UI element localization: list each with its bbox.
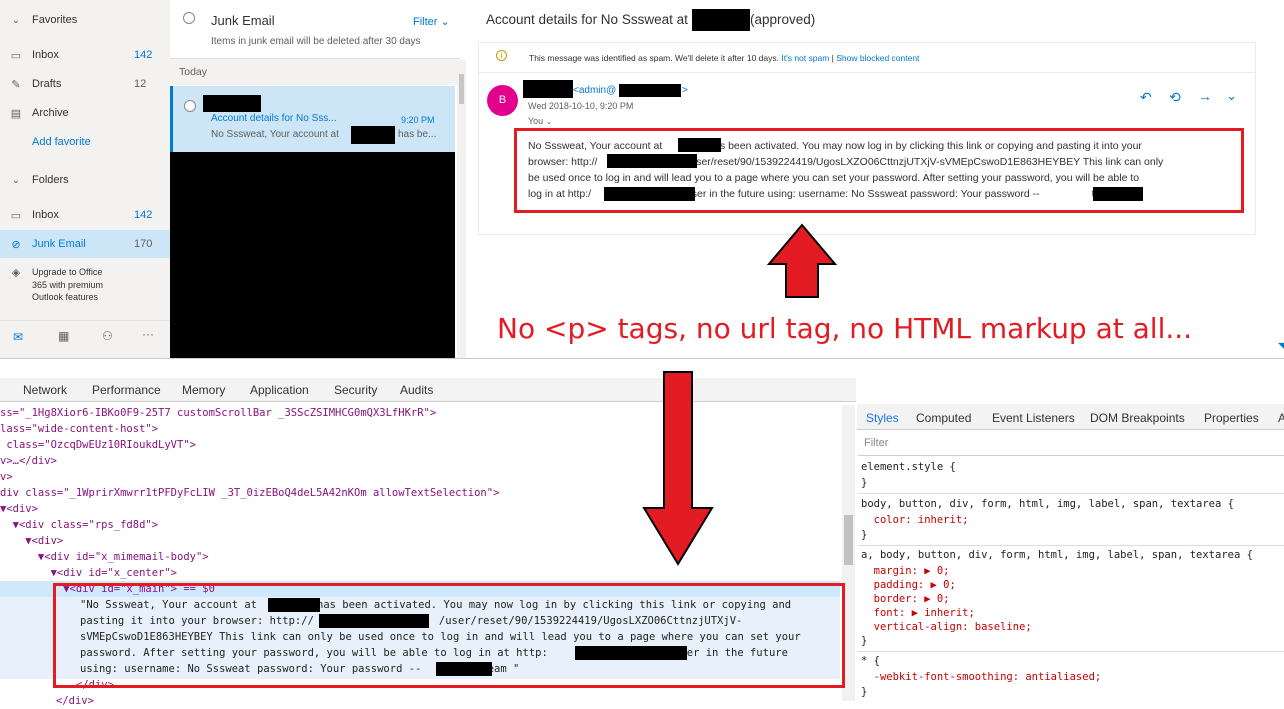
dom-node[interactable]: ▼<div id="x_center"> <box>0 565 177 581</box>
archive-icon: ▤ <box>10 107 22 120</box>
item-checkbox[interactable] <box>184 100 196 112</box>
group-header: Today <box>170 59 460 85</box>
message-list-item[interactable]: Account details for No Sss... 9:20 PM No… <box>170 86 455 152</box>
dom-node[interactable]: ▼<div class="rps_fd8d"> <box>0 517 158 533</box>
sent-date: Wed 2018-10-10, 9:20 PM <box>528 101 634 111</box>
dom-node[interactable]: lass="wide-content-host"> <box>0 421 158 437</box>
spam-notice-bar: i This message was identified as spam. W… <box>479 43 1255 73</box>
reply-icon[interactable]: ↶ <box>1140 89 1152 106</box>
tab-application[interactable]: Application <box>250 383 309 397</box>
tab-styles[interactable]: Styles <box>866 411 899 425</box>
redacted-sender-name <box>523 80 573 98</box>
chevron-down-icon: ⌄ <box>545 117 553 126</box>
sidebar-item-drafts[interactable]: ✎ Drafts 12 <box>0 70 170 98</box>
devtools-tab-bar: Network Performance Memory Application S… <box>0 378 856 402</box>
people-icon[interactable]: ⚇ <box>102 329 113 343</box>
mail-icon[interactable]: ✉ <box>13 330 23 344</box>
recipient[interactable]: You ⌄ <box>528 116 552 126</box>
styles-rules: element.style { } body, button, div, for… <box>858 457 1284 699</box>
tab-performance[interactable]: Performance <box>92 383 161 397</box>
sidebar-item-junk-email[interactable]: ⊘ Junk Email 170 <box>0 230 170 258</box>
tab-audits[interactable]: Audits <box>400 383 433 397</box>
item-time: 9:20 PM <box>401 115 435 125</box>
feedback-icon[interactable]: ◥ <box>1278 340 1284 353</box>
select-all-checkbox[interactable] <box>183 12 195 24</box>
diamond-icon: ◈ <box>11 267 21 279</box>
dom-node[interactable]: </div> <box>56 693 94 709</box>
tab-memory[interactable]: Memory <box>182 383 225 397</box>
folders-header[interactable]: ⌄ Folders <box>0 167 170 193</box>
redacted-message-list <box>170 152 455 358</box>
chevron-down-icon: ⌄ <box>11 14 21 26</box>
favorites-header[interactable]: ⌄ Favorites <box>0 7 170 33</box>
annotation-text: No <p> tags, no url tag, no HTML markup … <box>497 312 1193 345</box>
tab-computed[interactable]: Computed <box>916 411 971 425</box>
unread-count: 142 <box>134 209 153 221</box>
email-subject: Account details for No Sssweat at <box>486 12 688 27</box>
upgrade-promo[interactable]: ◈ Upgrade to Office 365 with premium Out… <box>0 266 170 308</box>
message-list: Junk Email Filter ⌄ Items in junk email … <box>170 0 470 358</box>
more-icon[interactable]: ··· <box>142 327 154 341</box>
dom-node[interactable]: v> <box>0 469 13 485</box>
more-actions-chevron-icon[interactable]: ⌄ <box>1226 88 1237 104</box>
dom-node[interactable]: ▼<div id="x_mimemail-body"> <box>0 549 209 565</box>
message-list-scrollbar[interactable] <box>457 60 466 358</box>
dom-node[interactable]: ss="_1Hg8Xior6-IBKo0F9-25T7 customScroll… <box>0 405 436 421</box>
redacted-domain <box>619 84 681 97</box>
up-arrow-annotation <box>766 223 838 298</box>
tab-properties[interactable]: Properties <box>1204 411 1259 425</box>
tab-network[interactable]: Network <box>23 383 67 397</box>
styles-tab-bar: Styles Computed Event Listeners DOM Brea… <box>857 404 1284 430</box>
dom-node[interactable]: v>…</div> <box>0 453 57 469</box>
inbox-icon: ▭ <box>10 209 22 222</box>
inbox-icon: ▭ <box>10 49 22 62</box>
blocked-icon: ⊘ <box>11 238 21 251</box>
folder-title: Junk Email <box>211 13 275 28</box>
spam-notice-text: This message was identified as spam. We'… <box>529 53 779 63</box>
sidebar-item-favorite-inbox[interactable]: ▭ Inbox 142 <box>0 41 170 69</box>
redacted-site <box>692 9 750 31</box>
reply-all-icon[interactable]: ⟲ <box>1169 89 1181 106</box>
item-subject: Account details for No Sss... <box>211 113 337 124</box>
dom-node[interactable]: div class="_1WprirXmwrr1tPFDyFcLIW _3T_0… <box>0 485 499 501</box>
sender-address[interactable]: <admin@ <box>573 85 616 96</box>
redacted-site <box>351 126 395 144</box>
chevron-down-icon: ⌄ <box>440 16 450 28</box>
avatar[interactable]: B <box>487 85 518 116</box>
styles-filter[interactable]: Filter <box>858 430 1284 456</box>
tab-event-listeners[interactable]: Event Listeners <box>992 411 1075 425</box>
unread-count: 170 <box>134 238 153 250</box>
dom-node[interactable]: class="OzcqDwEUz10RIoukdLyVT"> <box>0 437 196 453</box>
filter-button[interactable]: Filter ⌄ <box>413 15 450 28</box>
item-preview: No Sssweat, Your account at <box>211 129 339 140</box>
unread-count: 142 <box>134 49 153 61</box>
dom-node[interactable]: ▼<div> <box>0 501 38 517</box>
show-blocked-content-link[interactable]: Show blocked content <box>836 53 919 63</box>
dom-node[interactable]: ▼<div> <box>0 533 63 549</box>
calendar-icon[interactable]: ▦ <box>58 329 69 343</box>
sidebar-item-archive[interactable]: ▤ Archive <box>0 99 170 127</box>
drafts-count: 12 <box>134 78 147 90</box>
folder-pane: ⌄ Favorites ▭ Inbox 142 ✎ Drafts 12 ▤ Ar… <box>0 0 170 358</box>
highlight-box-dom-text <box>53 583 845 688</box>
forward-icon[interactable]: → <box>1198 88 1212 104</box>
not-spam-link[interactable]: It's not spam <box>781 53 829 63</box>
info-icon: i <box>496 50 507 61</box>
down-arrow-annotation <box>642 371 714 566</box>
chevron-down-icon: ⌄ <box>11 174 21 186</box>
highlight-box-email-body <box>514 128 1244 213</box>
pencil-icon: ✎ <box>11 78 21 91</box>
folders-label: Folders <box>32 174 69 186</box>
tab-security[interactable]: Security <box>334 383 377 397</box>
sidebar-item-inbox[interactable]: ▭ Inbox 142 <box>0 201 170 229</box>
tab-accessibility[interactable]: A <box>1278 411 1284 425</box>
add-favorite-link[interactable]: Add favorite <box>0 128 170 156</box>
module-switcher: ✉ ▦ ⚇ ··· <box>0 320 170 354</box>
favorites-label: Favorites <box>32 14 78 26</box>
redacted-sender <box>203 95 261 112</box>
junk-notice: Items in junk email will be deleted afte… <box>211 36 421 47</box>
tab-dom-breakpoints[interactable]: DOM Breakpoints <box>1090 411 1185 425</box>
